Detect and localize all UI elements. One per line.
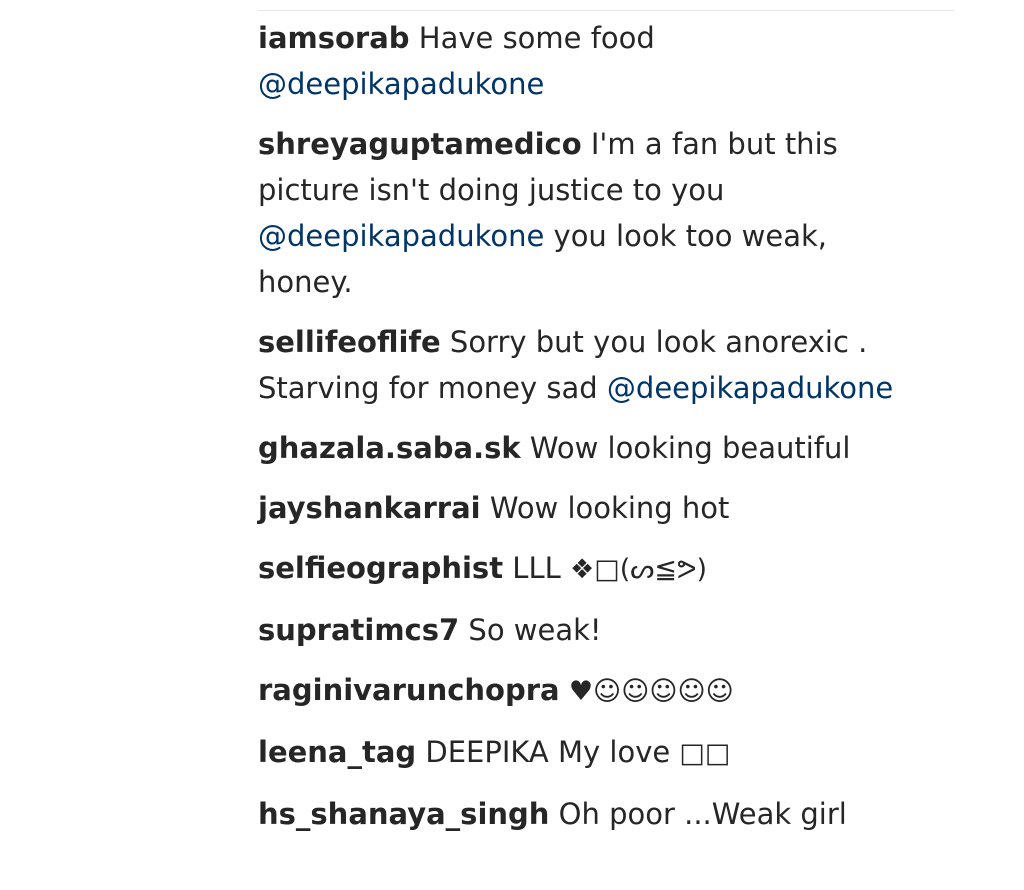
comment-text: Have some food <box>418 21 655 55</box>
comment-item: selfieographist LLL ❖□(ᔕ≦ᕗ) <box>258 545 918 593</box>
comment-username[interactable]: selfieographist <box>258 551 503 585</box>
comments-top-divider <box>258 10 954 11</box>
comment-item: sellifeoflife Sorry but you look anorexi… <box>258 319 918 411</box>
mention-link[interactable]: @deepikapadukone <box>258 219 544 253</box>
comment-username[interactable]: ghazala.saba.sk <box>258 431 521 465</box>
comment-username[interactable]: iamsorab <box>258 21 410 55</box>
comment-username[interactable]: supratimcs7 <box>258 613 459 647</box>
comment-text: Wow looking beautiful <box>529 431 851 465</box>
comment-item: iamsorab Have some food @deepikapadukone <box>258 15 918 107</box>
comment-username[interactable]: hs_shanaya_singh <box>258 797 549 831</box>
comment-text: So weak! <box>468 613 602 647</box>
mention-link[interactable]: @deepikapadukone <box>258 67 544 101</box>
comment-username[interactable]: jayshankarrai <box>258 491 481 525</box>
comment-text: Wow looking hot <box>489 491 730 525</box>
comment-item: raginivarunchopra ♥☺☺☺☺☺ <box>258 667 918 715</box>
comment-username[interactable]: leena_tag <box>258 735 416 769</box>
unrendered-emoji-icon: □□ <box>679 738 731 769</box>
comment-item: supratimcs7 So weak! <box>258 607 918 653</box>
comment-item: shreyaguptamedico I'm a fan but this pic… <box>258 121 918 305</box>
heart-and-faces-emoji-icon: ♥☺☺☺☺☺ <box>568 676 734 707</box>
comment-text: LLL <box>512 551 570 585</box>
comment-item: hs_shanaya_singh Oh poor ...Weak girl <box>258 791 918 837</box>
comment-text: DEEPIKA My love <box>425 735 680 769</box>
comment-list: iamsorab Have some food @deepikapadukone… <box>258 15 918 851</box>
comment-username[interactable]: raginivarunchopra <box>258 673 560 707</box>
comment-item: leena_tag DEEPIKA My love □□ <box>258 729 918 777</box>
mention-link[interactable]: @deepikapadukone <box>607 371 893 405</box>
emoji-sequence-icon: ❖□(ᔕ≦ᕗ) <box>569 554 708 585</box>
comment-username[interactable]: sellifeoflife <box>258 325 441 359</box>
comment-item: jayshankarrai Wow looking hot <box>258 485 918 531</box>
comment-item: ghazala.saba.sk Wow looking beautiful <box>258 425 918 471</box>
comment-username[interactable]: shreyaguptamedico <box>258 127 582 161</box>
comment-text: Oh poor ...Weak girl <box>558 797 847 831</box>
